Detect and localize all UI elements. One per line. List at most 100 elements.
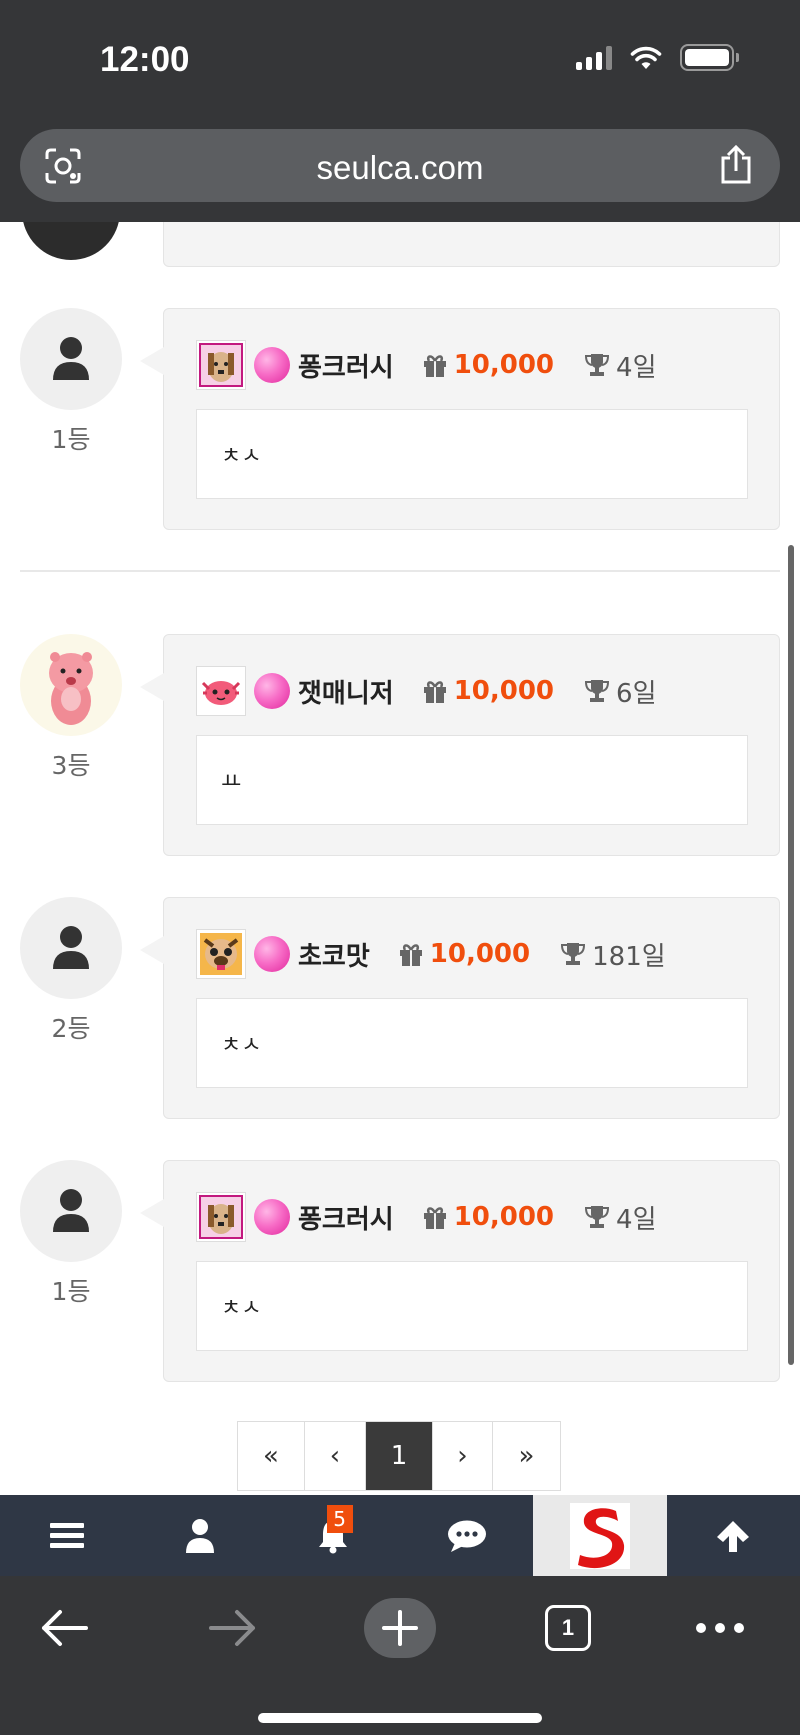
comment-text-box: ㅊㅅ [196, 998, 748, 1088]
status-bar: 12:00 [0, 0, 800, 112]
profile-button[interactable] [133, 1495, 266, 1576]
home-indicator [258, 1713, 542, 1723]
dog-face-icon [196, 340, 246, 390]
arrow-left-icon [42, 1610, 88, 1646]
share-icon[interactable] [718, 145, 754, 185]
section-divider [20, 570, 780, 572]
arrow-right-icon [209, 1610, 255, 1646]
gift-icon [423, 681, 446, 703]
day-count: 4일 [616, 1204, 657, 1235]
rank-label: 1등 [51, 1277, 91, 1306]
nickname[interactable]: 퐁크러시 [298, 1199, 394, 1236]
tab-count: 1 [545, 1605, 591, 1651]
forward-button[interactable] [205, 1598, 261, 1658]
chat-icon [447, 1520, 486, 1552]
comment-text-box: ㅊㅅ [196, 409, 748, 499]
address-bar: seulca.com [0, 112, 800, 222]
current-page-button[interactable]: 1 [366, 1422, 433, 1490]
dog-face-icon [196, 1192, 246, 1242]
menu-button[interactable] [0, 1495, 133, 1576]
rank-label: 2등 [51, 1014, 91, 1043]
comment-bubble: 초코맛 10,000 181일 ㅊㅅ [140, 897, 780, 1119]
wifi-icon [630, 46, 662, 69]
first-page-button[interactable]: « [238, 1422, 305, 1490]
battery-icon [680, 44, 739, 71]
candy-icon [254, 673, 290, 709]
menu-icon [49, 1522, 84, 1548]
comment-text: ㅊㅅ [221, 1296, 262, 1321]
gift-icon [423, 1207, 446, 1229]
user-icon [53, 337, 89, 380]
more-button[interactable] [692, 1598, 748, 1658]
app-bottom-nav: 5 [0, 1495, 800, 1576]
default-user-avatar [20, 897, 122, 999]
comment-bubble: 퐁크러시 10,000 4일 ㅊㅅ [140, 308, 780, 530]
trophy-icon [585, 680, 610, 702]
last-page-button[interactable]: » [493, 1422, 560, 1490]
prev-page-button[interactable]: ‹ [305, 1422, 366, 1490]
nickname[interactable]: 초코맛 [298, 936, 370, 973]
new-tab-button[interactable] [364, 1598, 436, 1658]
trophy-icon [585, 1206, 610, 1228]
comment-item: 1등 퐁크러시 10,000 4일 ㅊㅅ [0, 1160, 800, 1384]
nickname[interactable]: 퐁크러시 [298, 347, 394, 384]
gift-icon [399, 944, 422, 966]
trophy-icon [585, 354, 610, 376]
url-field[interactable]: seulca.com [20, 129, 780, 202]
comment-item: 2등 초코맛 10,000 181일 ㅊㅅ [0, 897, 800, 1121]
comment-meta: 잿매니저 10,000 6일 [196, 665, 657, 717]
arrow-up-icon [717, 1520, 750, 1552]
point-value: 10,000 [453, 350, 555, 380]
cellular-signal-icon [576, 45, 612, 70]
day-count: 4일 [616, 352, 657, 383]
comment-list: 1등 퐁크러시 10,000 4일 ㅊㅅ 3등 잿매니저 10,000 6일 ㅛ… [0, 222, 800, 1495]
day-count: 181일 [592, 941, 666, 972]
point-value: 10,000 [453, 676, 555, 706]
more-dots-icon [696, 1623, 744, 1633]
pink-beaver-icon [49, 652, 93, 725]
default-user-avatar [20, 1160, 122, 1262]
rank-label: 3등 [51, 751, 91, 780]
candy-icon [254, 347, 290, 383]
axolotl-icon [196, 666, 246, 716]
next-page-button[interactable]: › [433, 1422, 493, 1490]
comment-text: ㅊㅅ [221, 444, 262, 469]
status-time: 12:00 [100, 40, 190, 79]
comment-meta: 퐁크러시 10,000 4일 [196, 339, 657, 391]
browser-toolbar: 1 [0, 1576, 800, 1735]
user-icon [185, 1518, 214, 1553]
chat-button[interactable] [400, 1495, 533, 1576]
comment-text: ㅛ [221, 770, 242, 795]
plus-icon [382, 1610, 418, 1646]
avatar [22, 222, 120, 260]
comment-meta: 퐁크러시 10,000 4일 [196, 1191, 657, 1243]
rank-label: 1등 [51, 425, 91, 454]
pug-face-icon [196, 929, 246, 979]
comment-text-box: ㅛ [196, 735, 748, 825]
comment-item: 3등 잿매니저 10,000 6일 ㅛ [0, 634, 800, 858]
site-logo-icon [569, 1502, 630, 1569]
scrollbar[interactable] [788, 545, 794, 1365]
trophy-icon [561, 943, 586, 965]
default-user-avatar [20, 308, 122, 410]
point-value: 10,000 [429, 939, 531, 969]
back-button[interactable] [36, 1598, 92, 1658]
user-icon [53, 926, 89, 969]
comment-bubble: 퐁크러시 10,000 4일 ㅊㅅ [140, 1160, 780, 1382]
scroll-top-button[interactable] [667, 1495, 800, 1576]
comment-item: 1등 퐁크러시 10,000 4일 ㅊㅅ [0, 308, 800, 532]
site-logo-button[interactable] [533, 1495, 667, 1576]
notification-badge: 5 [326, 1505, 353, 1533]
nickname[interactable]: 잿매니저 [298, 673, 394, 710]
candy-icon [254, 1199, 290, 1235]
status-icons [576, 44, 739, 71]
comment-bubble [163, 222, 780, 267]
pagination: « ‹ 1 › » [237, 1421, 561, 1491]
comment-meta: 초코맛 10,000 181일 [196, 928, 666, 980]
gift-icon [423, 355, 446, 377]
day-count: 6일 [616, 678, 657, 709]
comment-bubble: 잿매니저 10,000 6일 ㅛ [140, 634, 780, 856]
notification-button[interactable]: 5 [267, 1495, 400, 1576]
point-value: 10,000 [453, 1202, 555, 1232]
tabs-button[interactable]: 1 [540, 1598, 596, 1658]
